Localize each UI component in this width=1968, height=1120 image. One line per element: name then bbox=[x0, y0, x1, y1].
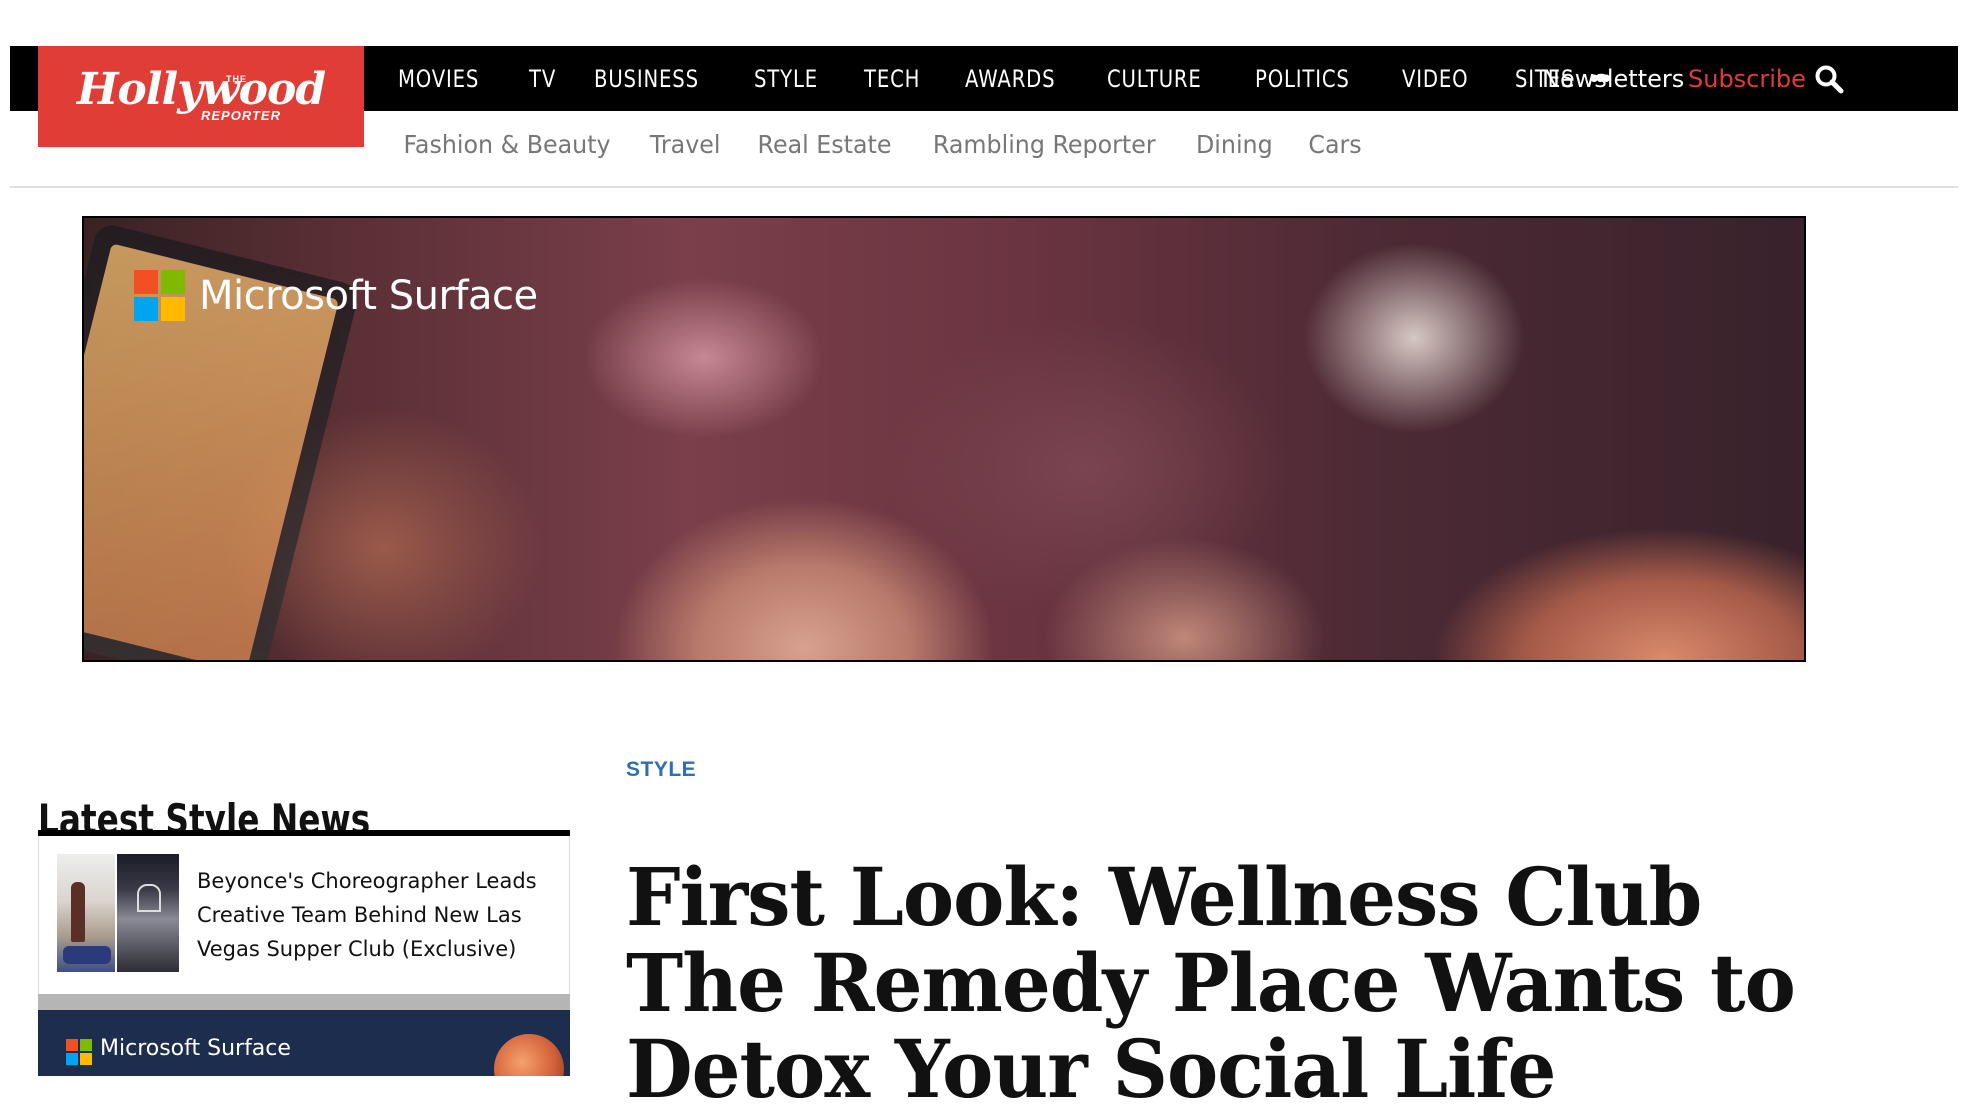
story-thumbnail[interactable] bbox=[57, 854, 179, 972]
sidebar-ad[interactable]: Microsoft Surface bbox=[38, 1010, 570, 1076]
site-logo[interactable]: THE Hollywood REPORTER bbox=[38, 46, 364, 147]
logo-sub-text: REPORTER bbox=[201, 108, 281, 123]
microsoft-logo-icon bbox=[134, 270, 185, 321]
nav-item-tv[interactable]: TV bbox=[529, 65, 556, 93]
nav-item-movies[interactable]: MOVIES bbox=[398, 65, 479, 93]
nav-item-video[interactable]: VIDEO bbox=[1402, 65, 1468, 93]
main-nav: MOVIES TV BUSINESS STYLE TECH AWARDS CUL… bbox=[398, 46, 1611, 111]
nav-item-style[interactable]: STYLE bbox=[754, 65, 818, 93]
subnav-item-rambling-reporter[interactable]: Rambling Reporter bbox=[933, 130, 1156, 159]
newsletters-link[interactable]: Newsletters bbox=[1542, 46, 1684, 111]
nav-item-awards[interactable]: AWARDS bbox=[965, 65, 1055, 93]
subnav-item-real-estate[interactable]: Real Estate bbox=[758, 130, 892, 159]
article-headline: First Look: Wellness Club The Remedy Pla… bbox=[626, 849, 1796, 1116]
subnav-item-dining[interactable]: Dining bbox=[1196, 130, 1273, 159]
logo-the-text: THE bbox=[226, 74, 247, 84]
subnav-item-fashion-beauty[interactable]: Fashion & Beauty bbox=[403, 130, 610, 159]
logo-main-text: Hollywood bbox=[76, 64, 326, 115]
nav-item-culture[interactable]: CULTURE bbox=[1107, 65, 1202, 93]
section-label[interactable]: STYLE bbox=[626, 758, 696, 782]
nav-item-business[interactable]: BUSINESS bbox=[594, 65, 699, 93]
style-sub-nav: Fashion & Beauty Travel Real Estate Ramb… bbox=[398, 130, 1395, 159]
story-title[interactable]: Beyonce's Choreographer Leads Creative T… bbox=[197, 864, 557, 966]
ad-text: Microsoft Surface bbox=[199, 272, 538, 319]
subnav-item-travel[interactable]: Travel bbox=[650, 130, 721, 159]
search-icon[interactable] bbox=[1814, 46, 1844, 111]
nav-item-tech[interactable]: TECH bbox=[864, 65, 920, 93]
ad-banner[interactable]: Microsoft Surface bbox=[82, 216, 1806, 662]
header-divider bbox=[10, 186, 1958, 188]
sidebar-ad-border bbox=[38, 994, 570, 1010]
sidebar-ad-image bbox=[494, 1034, 564, 1076]
subnav-item-cars[interactable]: Cars bbox=[1308, 130, 1361, 159]
sidebar-ad-text: Microsoft Surface bbox=[100, 1036, 291, 1061]
sidebar-story[interactable]: Beyonce's Choreographer Leads Creative T… bbox=[38, 836, 570, 995]
nav-item-politics[interactable]: POLITICS bbox=[1255, 65, 1350, 93]
microsoft-logo-icon bbox=[66, 1039, 92, 1065]
subscribe-link[interactable]: Subscribe bbox=[1688, 46, 1806, 111]
ad-logo: Microsoft Surface bbox=[134, 270, 538, 321]
